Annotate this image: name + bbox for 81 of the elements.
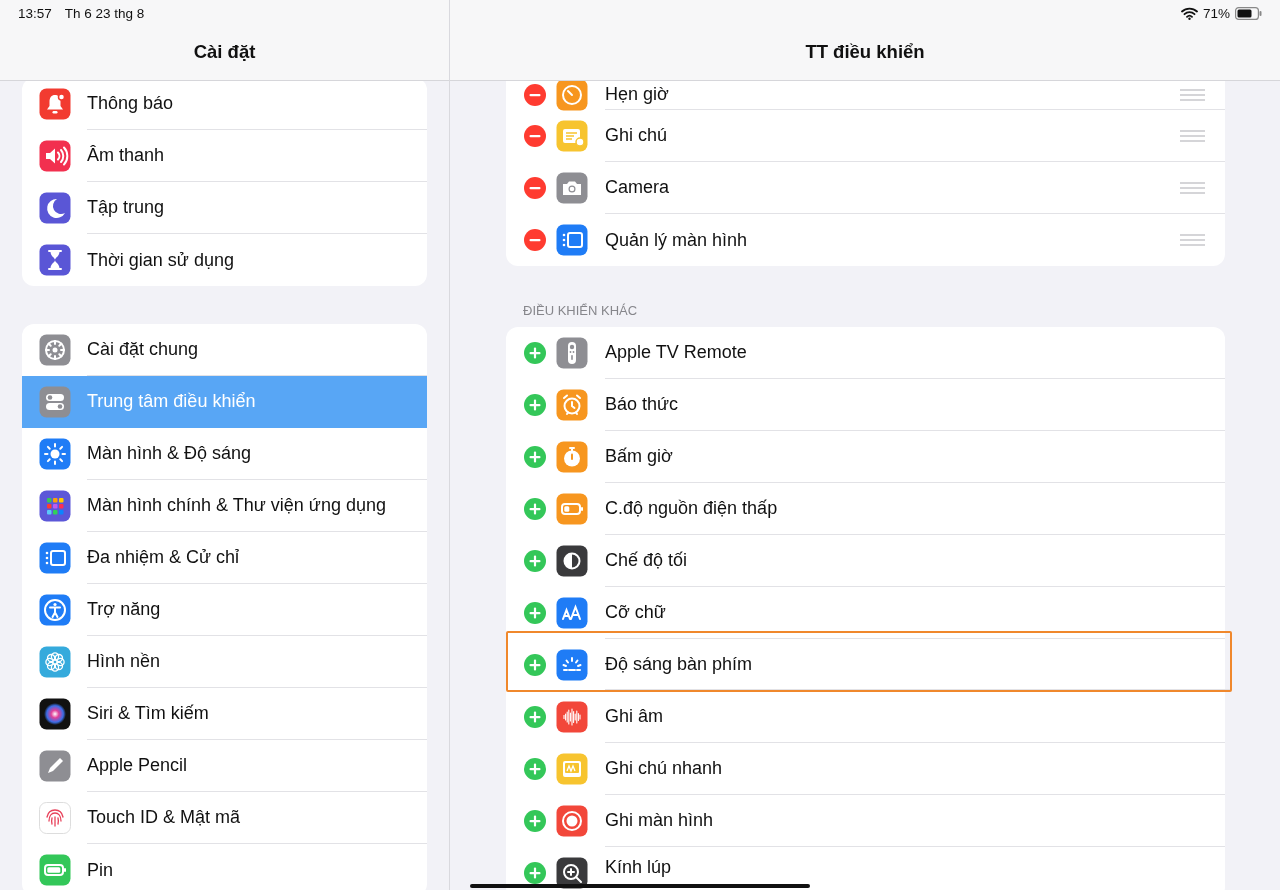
control-row[interactable]: Hẹn giờ	[506, 80, 1225, 110]
settings-row[interactable]: Tập trung	[22, 182, 427, 234]
camera-icon	[556, 172, 588, 204]
pane-title: Cài đặt	[193, 41, 256, 63]
waveform-icon	[556, 701, 588, 733]
moon-icon	[39, 192, 71, 224]
battery-percentage: 71%	[1202, 5, 1230, 21]
note-icon	[556, 120, 588, 152]
drag-handle-icon[interactable]	[1180, 234, 1205, 246]
battery-icon	[556, 493, 588, 525]
control-row[interactable]: Bấm giờ	[506, 431, 1225, 483]
settings-row[interactable]: Thông báo	[22, 78, 427, 130]
remove-button[interactable]	[524, 177, 546, 199]
settings-row[interactable]: Apple Pencil	[22, 740, 427, 792]
gear-icon	[39, 334, 71, 366]
settings-row[interactable]: Trợ năng	[22, 584, 427, 636]
clock-time: 13:57	[18, 5, 52, 21]
add-button[interactable]	[524, 446, 546, 468]
control-row[interactable]: Ghi âm	[506, 691, 1225, 743]
battery-icon	[39, 854, 71, 886]
control-row[interactable]: Ghi chú	[506, 110, 1225, 162]
control-row[interactable]: Ghi màn hình	[506, 795, 1225, 847]
pencil-icon	[39, 750, 71, 782]
settings-row[interactable]: Âm thanh	[22, 130, 427, 182]
settings-row[interactable]: Touch ID & Mật mã	[22, 792, 427, 844]
remove-button[interactable]	[524, 229, 546, 251]
orb-icon	[39, 698, 71, 730]
stopwatch-icon	[556, 441, 588, 473]
fingerprint-icon	[39, 802, 71, 834]
speaker-icon	[39, 140, 71, 172]
add-button[interactable]	[524, 394, 546, 416]
control-row[interactable]: Apple TV Remote	[506, 327, 1225, 379]
add-button[interactable]	[524, 654, 546, 676]
settings-row[interactable]: Siri & Tìm kiếm	[22, 688, 427, 740]
remove-button[interactable]	[524, 84, 546, 106]
settings-row[interactable]: Màn hình & Độ sáng	[22, 428, 427, 480]
remove-button[interactable]	[524, 125, 546, 147]
drag-handle-icon[interactable]	[1180, 88, 1205, 101]
contrast-icon	[556, 545, 588, 577]
settings-row[interactable]: Hình nền	[22, 636, 427, 688]
alarm-clock-icon	[556, 389, 588, 421]
bell-icon	[39, 88, 71, 120]
add-button[interactable]	[524, 706, 546, 728]
control-row[interactable]: C.độ nguồn điện thấp	[506, 483, 1225, 535]
quick-note-icon	[556, 753, 588, 785]
wifi-icon	[1180, 6, 1198, 20]
add-button[interactable]	[524, 550, 546, 572]
control-row[interactable]: Ghi chú nhanh	[506, 743, 1225, 795]
add-button[interactable]	[524, 862, 546, 884]
control-row[interactable]: Báo thức	[506, 379, 1225, 431]
date-text: Th 6 23 thg 8	[64, 5, 145, 21]
accessibility-icon	[39, 594, 71, 626]
control-row[interactable]: Camera	[506, 162, 1225, 214]
add-button[interactable]	[524, 758, 546, 780]
drag-handle-icon[interactable]	[1180, 129, 1205, 142]
app-grid-icon	[39, 490, 71, 522]
add-button[interactable]	[524, 342, 546, 364]
add-button[interactable]	[524, 498, 546, 520]
add-button[interactable]	[524, 810, 546, 832]
settings-row[interactable]: Thời gian sử dụng	[22, 234, 427, 286]
hourglass-icon	[39, 244, 71, 276]
control-row[interactable]: Quản lý màn hình	[506, 214, 1225, 266]
toggles-icon	[39, 386, 71, 418]
record-icon	[556, 805, 588, 837]
settings-row[interactable]: Đa nhiệm & Cử chỉ	[22, 532, 427, 584]
battery-status-icon	[1235, 6, 1262, 20]
remote-icon	[556, 337, 588, 369]
settings-row[interactable]: Pin	[22, 844, 427, 890]
sidebar-window-icon	[39, 542, 71, 574]
section-header: ĐIỀU KHIỂN KHÁC	[523, 303, 638, 319]
control-row[interactable]: Độ sáng bàn phím	[506, 631, 1232, 692]
sidebar-window-icon	[556, 224, 588, 256]
control-row[interactable]: Chế độ tối	[506, 535, 1225, 587]
pane-title: TT điều khiển	[805, 41, 925, 63]
text-size-icon	[556, 597, 588, 629]
keyboard-brightness-icon	[556, 649, 588, 681]
sun-icon	[39, 438, 71, 470]
drag-handle-icon[interactable]	[1180, 181, 1205, 194]
flower-icon	[39, 646, 71, 678]
settings-row[interactable]: Màn hình chính & Thư viện ứng dụng	[22, 480, 427, 532]
add-button[interactable]	[524, 602, 546, 624]
